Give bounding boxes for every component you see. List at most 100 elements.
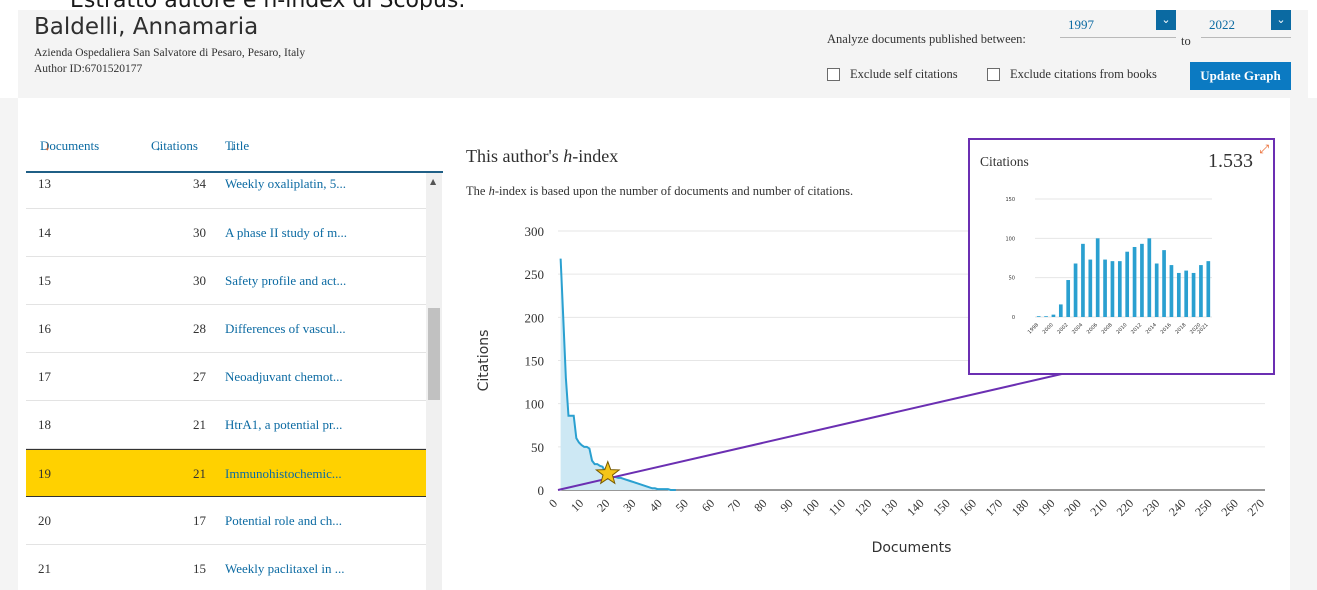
inset-bar xyxy=(1169,265,1174,317)
inset-title: Citations xyxy=(980,154,1029,169)
sort-documents[interactable]: Documents ↓ xyxy=(40,138,99,154)
list-item[interactable]: 20 17 Potential role and ch... xyxy=(26,497,426,545)
inset-x-tick-label: 2018 xyxy=(1174,322,1187,335)
inset-x-tick-label: 2008 xyxy=(1101,322,1114,335)
inset-bar xyxy=(1066,280,1071,317)
x-tick-label: 0 xyxy=(546,496,560,510)
inset-bar xyxy=(1044,316,1048,317)
sort-arrow-icon: ↓ xyxy=(155,138,162,153)
x-tick-label: 60 xyxy=(699,496,717,514)
document-title-link[interactable]: Differences of vascul... xyxy=(225,321,346,337)
inset-x-tick-label: 2014 xyxy=(1145,322,1158,335)
list-item[interactable]: 16 28 Differences of vascul... xyxy=(26,305,426,353)
chevron-down-icon[interactable]: ⌄ xyxy=(1271,10,1291,30)
sort-arrow-icon: ↓ xyxy=(229,138,236,153)
inset-bar xyxy=(1140,243,1144,317)
scroll-up-icon[interactable]: ▲ xyxy=(430,177,436,186)
inset-bar xyxy=(1206,261,1211,317)
x-tick-label: 200 xyxy=(1061,496,1084,519)
hindex-subtitle-suffix: -index is based upon the number of docum… xyxy=(494,184,854,198)
hindex-title: This author's h-index xyxy=(466,146,618,167)
inset-bar xyxy=(1088,259,1093,317)
document-title-link[interactable]: Immunohistochemic... xyxy=(225,466,342,482)
x-tick-label: 240 xyxy=(1166,496,1189,519)
inset-bar xyxy=(1081,243,1085,317)
document-title-link[interactable]: HtrA1, a potential pr... xyxy=(225,417,342,433)
sort-title[interactable]: Title ↓ xyxy=(225,138,249,154)
list-item[interactable]: 17 27 Neoadjuvant chemot... xyxy=(26,353,426,401)
author-header: Baldelli, Annamaria Azienda Ospedaliera … xyxy=(18,10,1308,98)
year-to-select[interactable]: 2022 ⌄ xyxy=(1201,10,1291,38)
exclude-books-label: Exclude citations from books xyxy=(1010,67,1157,81)
author-affiliation: Azienda Ospedaliera San Salvatore di Pes… xyxy=(34,47,306,59)
x-axis-label: Documents xyxy=(872,540,952,556)
y-axis-label: Citations xyxy=(476,330,492,392)
document-rank: 15 xyxy=(38,273,51,288)
inset-bar xyxy=(1184,270,1189,317)
chevron-down-icon[interactable]: ⌄ xyxy=(1156,10,1176,30)
document-title-link[interactable]: Weekly oxaliplatin, 5... xyxy=(225,176,346,192)
x-tick-label: 30 xyxy=(620,496,638,514)
x-tick-label: 210 xyxy=(1087,496,1110,519)
document-rank: 19 xyxy=(38,466,51,481)
x-tick-label: 230 xyxy=(1140,496,1163,519)
y-tick-label: 150 xyxy=(525,354,545,369)
document-rank: 14 xyxy=(38,225,51,240)
inset-y-tick-label: 50 xyxy=(1009,276,1015,282)
x-tick-label: 150 xyxy=(930,496,953,519)
inset-y-tick-label: 100 xyxy=(1005,236,1015,242)
citation-count: 21 xyxy=(193,417,206,432)
citation-count: 27 xyxy=(193,369,206,384)
document-title-link[interactable]: Potential role and ch... xyxy=(225,513,342,529)
inset-bar xyxy=(1117,261,1122,317)
document-title-link[interactable]: Safety profile and act... xyxy=(225,273,346,289)
hindex-subtitle: The h-index is based upon the number of … xyxy=(466,184,853,199)
exclude-books-checkbox[interactable]: Exclude citations from books xyxy=(987,67,1157,82)
exclude-self-label: Exclude self citations xyxy=(850,67,958,81)
document-list: 13 34 Weekly oxaliplatin, 5... 14 30 A phase … xyxy=(26,173,426,590)
x-tick-label: 40 xyxy=(646,496,664,514)
document-title-link[interactable]: Neoadjuvant chemot... xyxy=(225,369,343,385)
citation-count: 30 xyxy=(193,225,206,240)
inset-bar xyxy=(1073,263,1078,317)
citation-count: 21 xyxy=(193,466,206,481)
list-item[interactable]: 15 30 Safety profile and act... xyxy=(26,257,426,305)
y-tick-label: 300 xyxy=(525,224,545,239)
x-tick-label: 260 xyxy=(1218,496,1241,519)
range-label: Analyze documents published between: xyxy=(827,32,1026,46)
x-tick-label: 110 xyxy=(826,496,848,518)
left-gutter xyxy=(0,98,18,590)
x-tick-label: 140 xyxy=(904,496,927,519)
inset-bar xyxy=(1132,246,1137,317)
sort-citations[interactable]: Citations ↓ xyxy=(151,138,198,154)
update-graph-button[interactable]: Update Graph xyxy=(1190,62,1291,90)
citation-count: 34 xyxy=(193,176,206,191)
inset-bar-chart: 0501001501998 2000 2002 2004 2006 2008 2010 201… xyxy=(1005,197,1212,335)
x-tick-label: 120 xyxy=(852,496,875,519)
inset-y-tick-label: 150 xyxy=(1005,197,1015,203)
x-tick-label: 270 xyxy=(1244,496,1267,519)
list-item[interactable]: 18 21 HtrA1, a potential pr... xyxy=(26,401,426,449)
inset-bar xyxy=(1199,265,1203,317)
document-title-link[interactable]: A phase II study of m... xyxy=(225,225,347,241)
scroll-thumb[interactable] xyxy=(428,308,440,400)
checkbox-box[interactable] xyxy=(987,68,1000,81)
list-scrollbar[interactable]: ▲ xyxy=(426,173,442,590)
author-id: Author ID:6701520177 xyxy=(34,63,143,75)
inset-x-tick-label: 1998 xyxy=(1027,322,1040,335)
checkbox-box[interactable] xyxy=(827,68,840,81)
citations-inset: Citations 1.533 ⤢ 0 50 100 150 1998 2000 2002 2… xyxy=(968,138,1275,375)
expand-icon[interactable]: ⤢ xyxy=(1259,142,1269,157)
list-item[interactable]: 13 34 Weekly oxaliplatin, 5... xyxy=(26,173,426,209)
inset-x-tick-label: 2004 xyxy=(1071,322,1084,335)
year-from-select[interactable]: 1997 ⌄ xyxy=(1060,10,1176,38)
exclude-self-checkbox[interactable]: Exclude self citations xyxy=(827,67,958,82)
x-tick-label: 90 xyxy=(777,496,795,514)
inset-x-tick-label: 2010 xyxy=(1115,322,1128,335)
list-item[interactable]: 19 21 Immunohistochemic... xyxy=(26,449,426,497)
inset-x-tick-label: 2002 xyxy=(1056,322,1069,335)
list-item[interactable]: 14 30 A phase II study of m... xyxy=(26,209,426,257)
document-title-link[interactable]: Weekly paclitaxel in ... xyxy=(225,561,345,577)
list-item[interactable]: 21 15 Weekly paclitaxel in ... xyxy=(26,545,426,590)
x-tick-label: 250 xyxy=(1192,496,1215,519)
